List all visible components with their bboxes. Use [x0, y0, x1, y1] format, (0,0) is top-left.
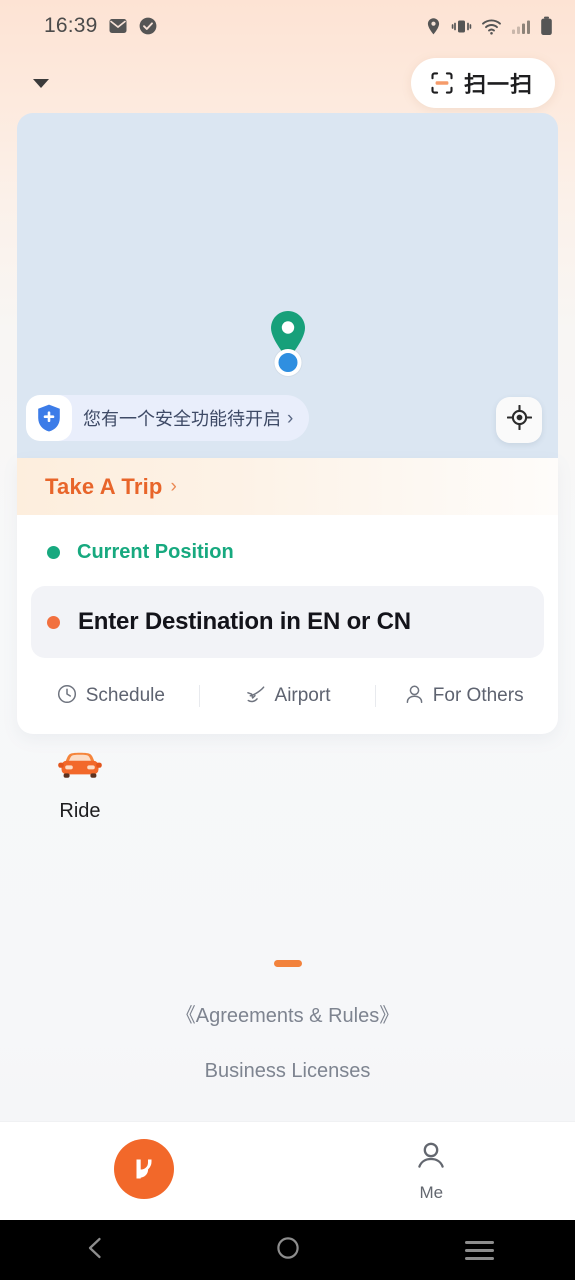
- chevron-right-icon: ›: [170, 476, 177, 497]
- check-circle-icon: [138, 16, 158, 36]
- back-chevron-icon: [83, 1235, 109, 1266]
- recents-menu-icon: [464, 1240, 494, 1260]
- app-screen: 16:39 扫一扫 您有一个安全功能待开启 › Take A Trip › Cu…: [0, 0, 575, 1280]
- status-bar: 16:39: [0, 0, 575, 52]
- take-a-trip-label: Take A Trip: [45, 473, 163, 499]
- scan-label: 扫一扫: [463, 73, 533, 98]
- chevron-right-icon: ›: [287, 407, 294, 429]
- app-header: 扫一扫: [0, 52, 575, 114]
- safety-banner-text: 您有一个安全功能待开启: [83, 409, 281, 430]
- wifi-icon: [481, 17, 502, 36]
- quick-action-label: Schedule: [85, 685, 165, 706]
- crosshair-icon: [506, 404, 532, 435]
- android-nav-bar: [0, 1220, 575, 1280]
- location-icon: [425, 17, 442, 36]
- services-grid: Ride: [0, 745, 575, 823]
- quick-actions-row: Schedule Airport For Others: [17, 658, 558, 734]
- status-bar-right: [425, 16, 553, 36]
- current-location-dot: [274, 349, 301, 376]
- person-outline-icon: [414, 1139, 448, 1178]
- car-icon: [57, 745, 103, 786]
- origin-dot-icon: [47, 546, 60, 559]
- safety-banner[interactable]: 您有一个安全功能待开启 ›: [26, 395, 310, 441]
- footer: 《Agreements & Rules》 Business Licenses: [0, 960, 575, 1115]
- footer-link-licenses[interactable]: Business Licenses: [0, 1060, 575, 1083]
- take-a-trip-header[interactable]: Take A Trip ›: [17, 458, 558, 515]
- mail-icon: [108, 16, 128, 36]
- footer-link-agreements[interactable]: 《Agreements & Rules》: [0, 999, 575, 1028]
- locate-button[interactable]: [496, 397, 542, 443]
- tab-me[interactable]: Me: [288, 1139, 575, 1203]
- quick-action-for-others[interactable]: For Others: [376, 684, 552, 709]
- nav-recents-button[interactable]: [383, 1240, 575, 1260]
- quick-action-airport[interactable]: Airport: [200, 684, 376, 709]
- orange-dash-icon: [273, 960, 302, 967]
- scan-code-icon: [429, 70, 455, 96]
- clock-icon: [57, 684, 77, 709]
- bottom-tab-bar: Me: [0, 1121, 575, 1220]
- destination-dot-icon: [47, 615, 60, 629]
- quick-action-label: Airport: [274, 685, 331, 706]
- battery-icon: [540, 16, 553, 36]
- shield-plus-icon: [26, 395, 72, 441]
- status-bar-left: 16:39: [44, 14, 158, 38]
- service-ride[interactable]: Ride: [45, 745, 115, 823]
- quick-action-schedule[interactable]: Schedule: [23, 684, 199, 709]
- status-time: 16:39: [44, 14, 98, 37]
- nav-back-button[interactable]: [0, 1235, 192, 1266]
- origin-row[interactable]: Current Position: [17, 515, 558, 586]
- vibrate-icon: [451, 17, 472, 36]
- destination-placeholder: Enter Destination in EN or CN: [78, 608, 411, 635]
- caret-down-icon[interactable]: [28, 78, 49, 88]
- nav-home-button[interactable]: [192, 1235, 384, 1266]
- quick-action-label: For Others: [432, 685, 524, 706]
- tab-home[interactable]: [0, 1138, 288, 1204]
- signal-icon: [511, 17, 531, 36]
- person-icon: [405, 684, 424, 709]
- map-view[interactable]: 您有一个安全功能待开启 ›: [17, 113, 558, 458]
- didi-logo-icon: [113, 1138, 174, 1199]
- trip-card: Take A Trip › Current Position Enter Des…: [17, 458, 558, 734]
- home-circle-icon: [275, 1235, 301, 1266]
- service-label: Ride: [59, 800, 101, 822]
- destination-input[interactable]: Enter Destination in EN or CN: [31, 586, 544, 658]
- origin-label: Current Position: [77, 541, 234, 563]
- tab-me-label: Me: [419, 1183, 444, 1202]
- scan-button[interactable]: 扫一扫: [410, 58, 555, 108]
- airplane-icon: [245, 684, 266, 709]
